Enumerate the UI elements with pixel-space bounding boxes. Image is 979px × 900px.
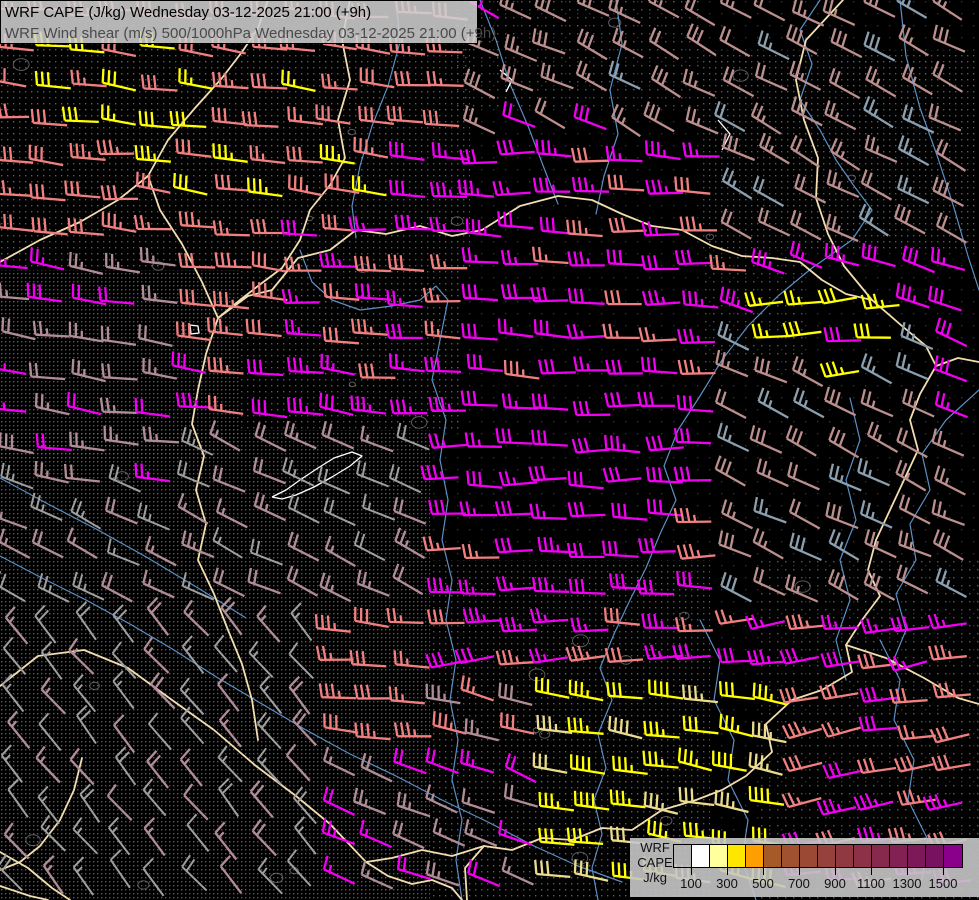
legend-tick [871, 867, 872, 875]
legend-color-cell [836, 845, 854, 867]
legend-color-cell [872, 845, 890, 867]
shear-title-label: WRF Wind shear (m/s) 500/1000hPa Wednesd… [5, 25, 497, 42]
legend-color-cell [854, 845, 872, 867]
legend-color-cell [800, 845, 818, 867]
legend-color-cell [944, 845, 962, 867]
legend-tick-label: 1500 [928, 876, 958, 891]
legend-tick [691, 867, 692, 875]
legend-color-cell [926, 845, 944, 867]
legend-color-cell [746, 845, 764, 867]
legend-tick [907, 867, 908, 875]
legend-color-cell [692, 845, 710, 867]
legend-color-cell [890, 845, 908, 867]
legend-color-cell [782, 845, 800, 867]
legend-tick [727, 867, 728, 875]
stipple-layer [0, 0, 979, 900]
legend-colorbar [673, 844, 963, 868]
legend-tick [943, 867, 944, 875]
legend-tick [835, 867, 836, 875]
legend-label-variable: CAPE [637, 855, 673, 870]
legend-color-cell [674, 845, 692, 867]
title-panel: WRF CAPE (J/kg) Wednesday 03-12-2025 21:… [0, 0, 497, 44]
legend-color-cell [710, 845, 728, 867]
cape-legend-panel: WRF CAPE J/kg 100 300 500 700 900 1100 1300 150… [630, 838, 979, 897]
legend-tick [799, 867, 800, 875]
weather-map-screenshot: WRF CAPE (J/kg) Wednesday 03-12-2025 21:… [0, 0, 979, 900]
legend-tick [763, 867, 764, 875]
legend-label-model: WRF [640, 840, 670, 855]
legend-color-cell [908, 845, 926, 867]
legend-color-cell [764, 845, 782, 867]
cape-title-label: WRF CAPE (J/kg) Wednesday 03-12-2025 21:… [5, 4, 372, 21]
legend-color-cell [818, 845, 836, 867]
legend-color-cell [728, 845, 746, 867]
